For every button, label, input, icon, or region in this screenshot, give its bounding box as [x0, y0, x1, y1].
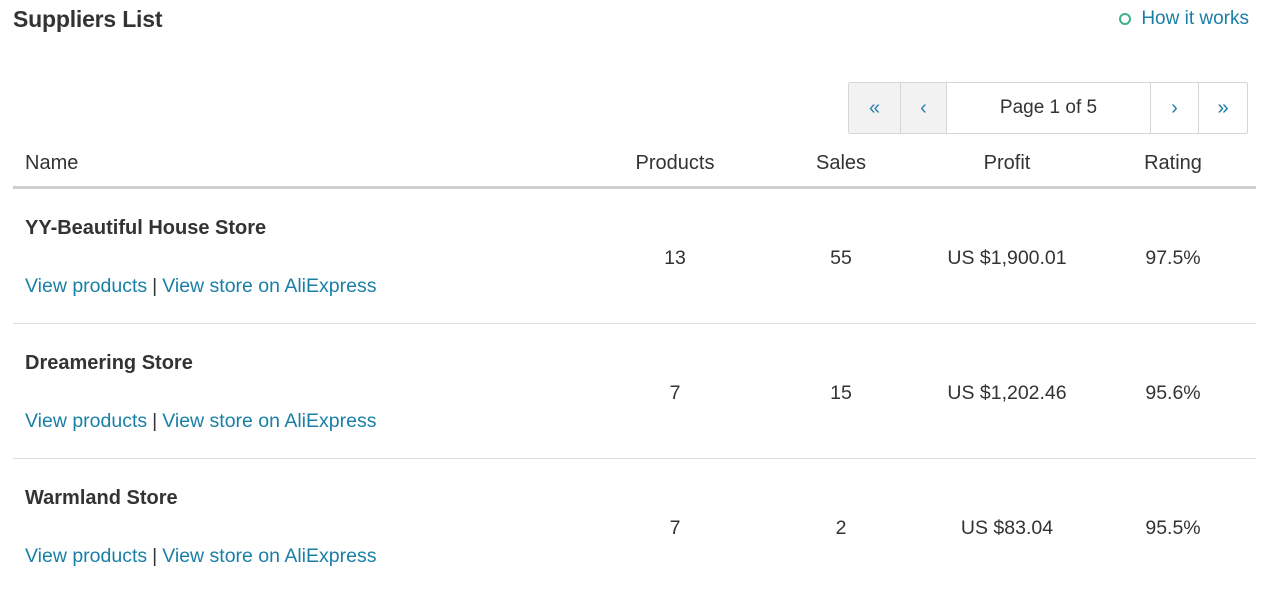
view-store-link[interactable]: View store on AliExpress	[162, 275, 376, 297]
profit-value: US $1,900.01	[947, 247, 1067, 269]
double-chevron-left-icon: «	[868, 96, 881, 119]
chevron-left-icon: ‹	[920, 96, 927, 119]
chevron-right-icon: ›	[1171, 96, 1178, 119]
suppliers-table: Name Products Sales Profit Rating YY-Bea…	[13, 140, 1256, 591]
store-name: Warmland Store	[25, 487, 178, 509]
view-store-link[interactable]: View store on AliExpress	[162, 410, 376, 432]
suppliers-page: Suppliers List How it works « ‹ Page 1 o…	[0, 0, 1280, 591]
double-chevron-right-icon: »	[1217, 96, 1229, 119]
profit-value: US $83.04	[960, 517, 1054, 539]
page-title: Suppliers List	[13, 6, 163, 32]
view-products-link[interactable]: View products	[25, 410, 147, 432]
table-row: YY-Beautiful House Store View products | V…	[13, 189, 1256, 324]
column-header-profit[interactable]: Profit	[984, 152, 1031, 175]
profit-value: US $1,202.46	[947, 382, 1067, 404]
circle-icon	[1119, 13, 1132, 25]
first-page-button[interactable]: «	[849, 83, 901, 133]
how-it-works-link[interactable]: How it works	[1119, 8, 1249, 30]
last-page-button[interactable]: »	[1199, 83, 1247, 133]
how-it-works-label: How it works	[1141, 8, 1249, 29]
rating-value: 95.6%	[1145, 382, 1201, 404]
next-page-button[interactable]: ›	[1151, 83, 1199, 133]
table-header: Name Products Sales Profit Rating	[13, 140, 1256, 189]
rating-value: 97.5%	[1145, 247, 1201, 269]
row-links: View products | View store on AliExpress	[25, 545, 376, 568]
sales-count: 15	[830, 382, 852, 404]
row-links: View products | View store on AliExpress	[25, 275, 376, 298]
rating-value: 95.5%	[1145, 517, 1201, 539]
column-header-rating[interactable]: Rating	[1144, 152, 1202, 175]
column-header-name[interactable]: Name	[25, 152, 78, 175]
store-name: Dreamering Store	[25, 352, 193, 374]
column-header-products[interactable]: Products	[636, 152, 715, 175]
prev-page-button[interactable]: ‹	[901, 83, 947, 133]
sales-count: 2	[835, 517, 847, 539]
link-separator: |	[152, 275, 158, 297]
products-count: 13	[664, 247, 686, 269]
link-separator: |	[152, 545, 158, 567]
column-header-sales[interactable]: Sales	[816, 152, 866, 175]
table-row: Warmland Store View products | View store …	[13, 459, 1256, 591]
products-count: 7	[669, 517, 681, 539]
view-store-link[interactable]: View store on AliExpress	[162, 545, 376, 567]
store-name: YY-Beautiful House Store	[25, 217, 267, 239]
sales-count: 55	[830, 247, 852, 269]
view-products-link[interactable]: View products	[25, 275, 147, 297]
row-links: View products | View store on AliExpress	[25, 410, 376, 433]
page-indicator: Page 1 of 5	[947, 83, 1151, 133]
products-count: 7	[669, 382, 681, 404]
link-separator: |	[152, 410, 158, 432]
table-row: Dreamering Store View products | View stor…	[13, 324, 1256, 459]
view-products-link[interactable]: View products	[25, 545, 147, 567]
pagination: « ‹ Page 1 of 5 › »	[848, 82, 1248, 134]
